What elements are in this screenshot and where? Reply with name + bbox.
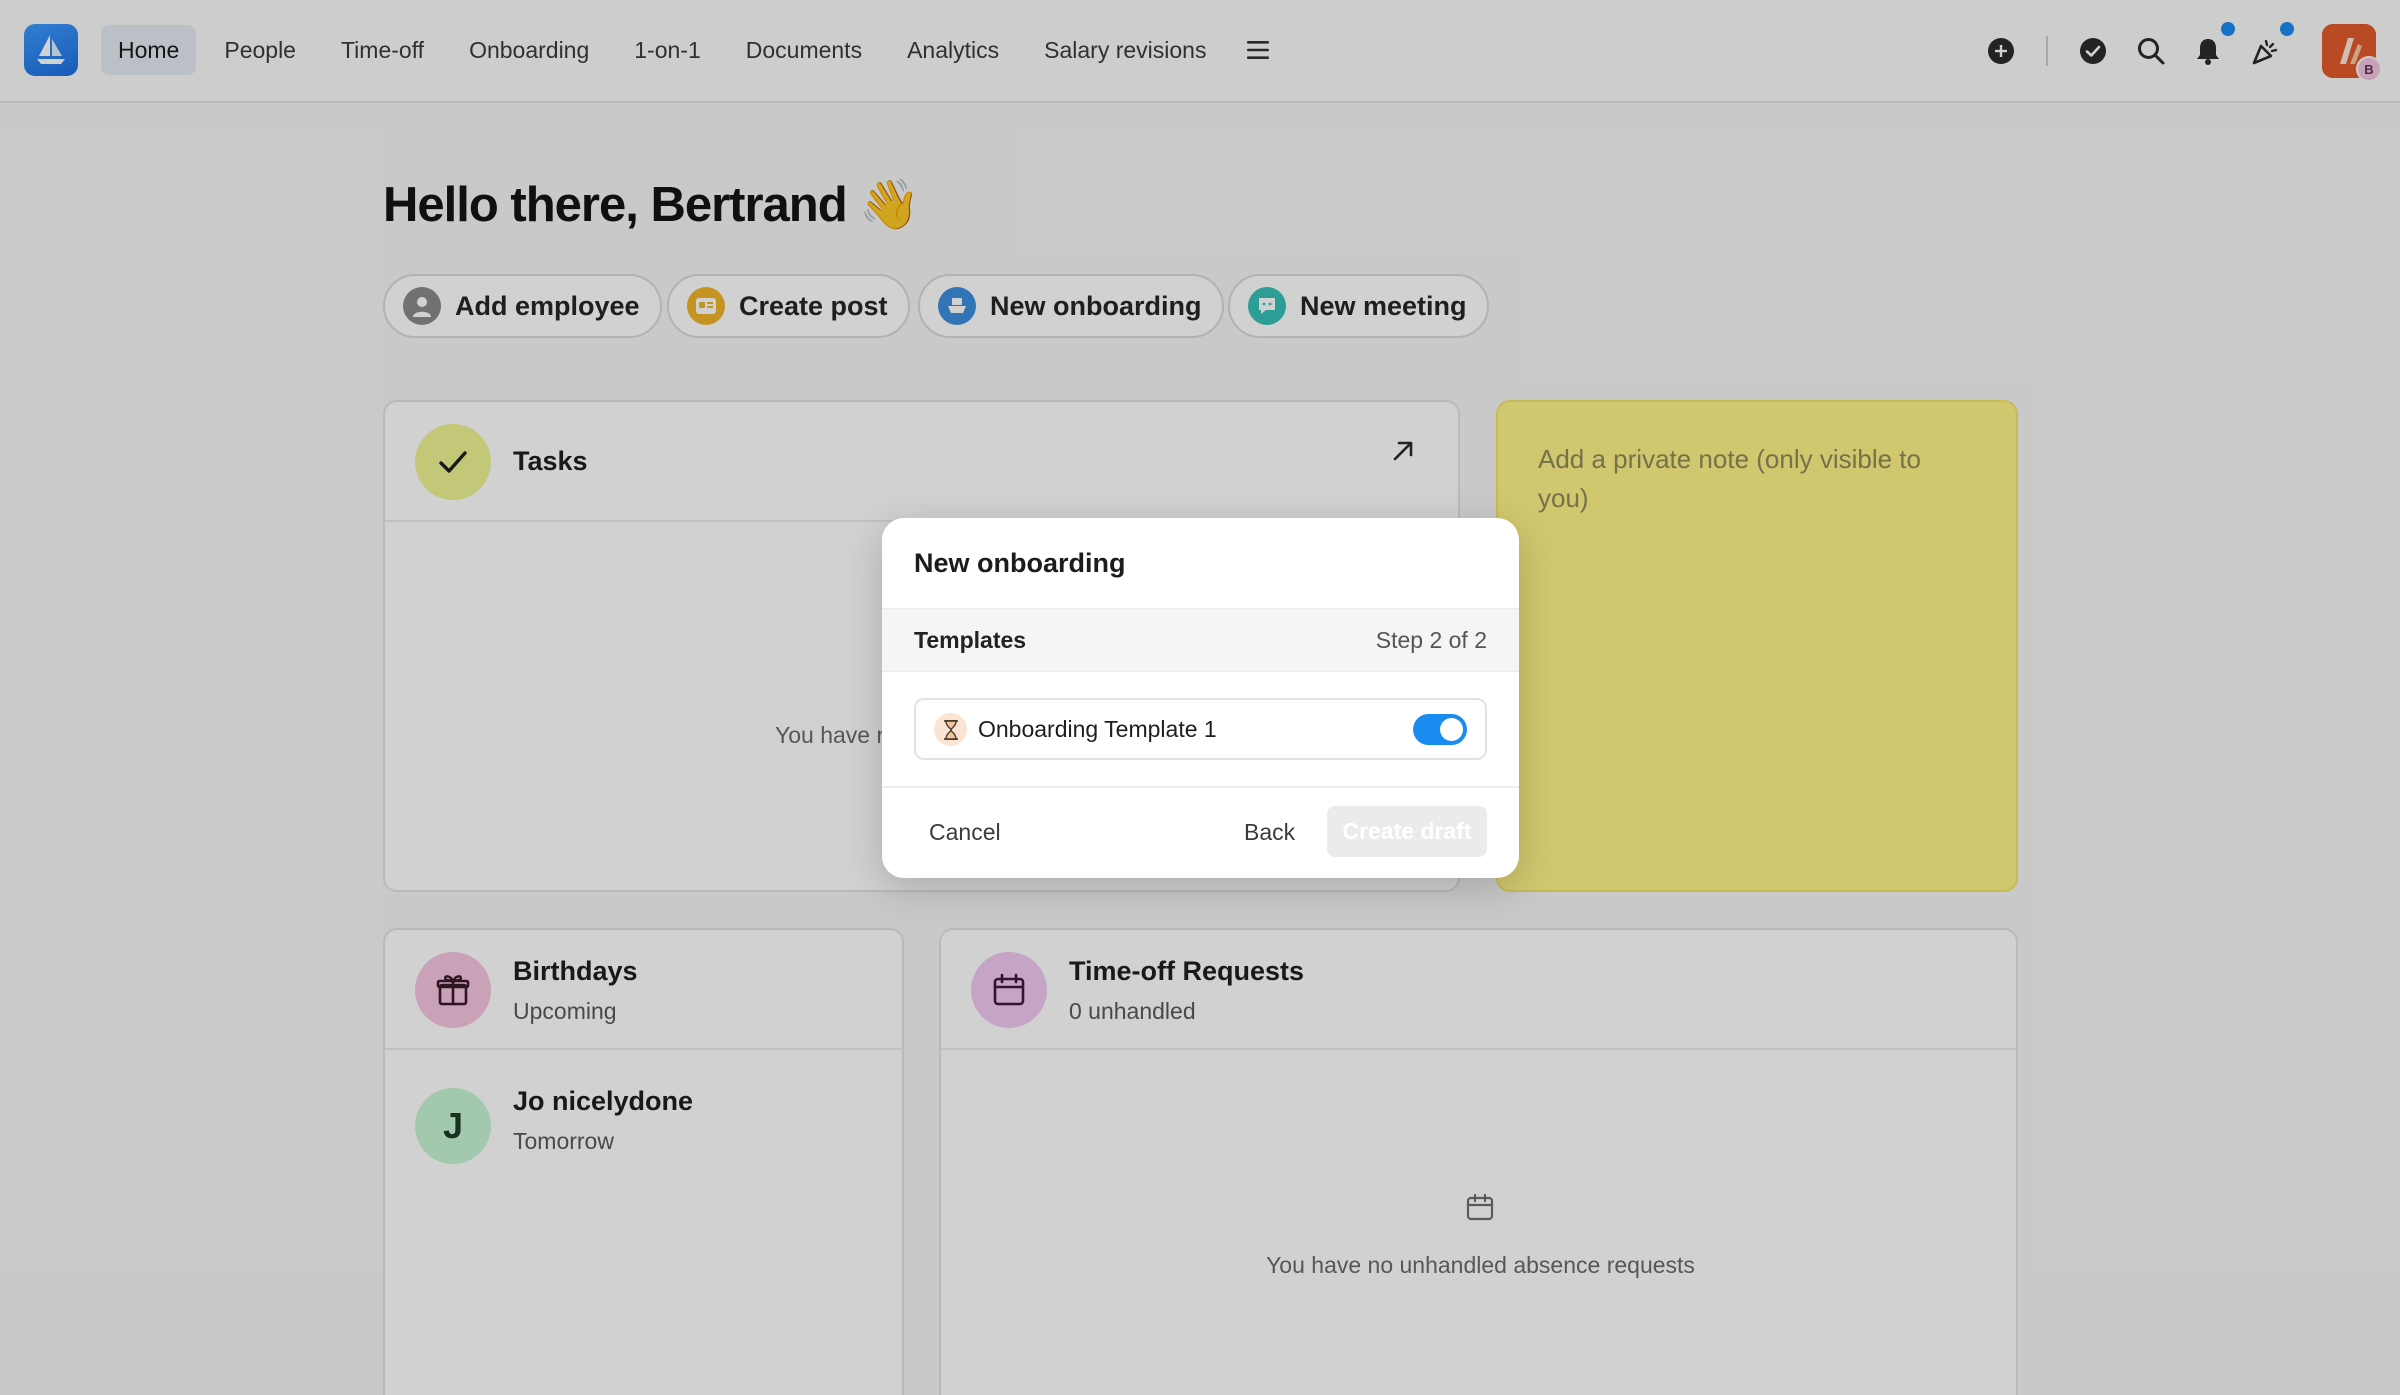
template-toggle[interactable]	[1413, 714, 1467, 745]
templates-label: Templates	[914, 627, 1027, 653]
step-indicator: Step 2 of 2	[1375, 627, 1487, 653]
template-name: Onboarding Template 1	[978, 716, 1217, 742]
modal-footer: Cancel Back Create draft	[882, 786, 1519, 878]
templates-section-header: Templates Step 2 of 2	[882, 608, 1519, 672]
cancel-button[interactable]: Cancel	[929, 814, 1001, 850]
toggle-knob	[1440, 718, 1463, 741]
hourglass-icon	[934, 713, 967, 746]
create-draft-button[interactable]: Create draft	[1327, 806, 1487, 857]
template-row[interactable]: Onboarding Template 1	[914, 698, 1487, 760]
new-onboarding-modal: New onboarding Templates Step 2 of 2 Onb…	[882, 518, 1519, 878]
back-button[interactable]: Back	[1244, 814, 1295, 850]
modal-title: New onboarding	[914, 548, 1126, 578]
